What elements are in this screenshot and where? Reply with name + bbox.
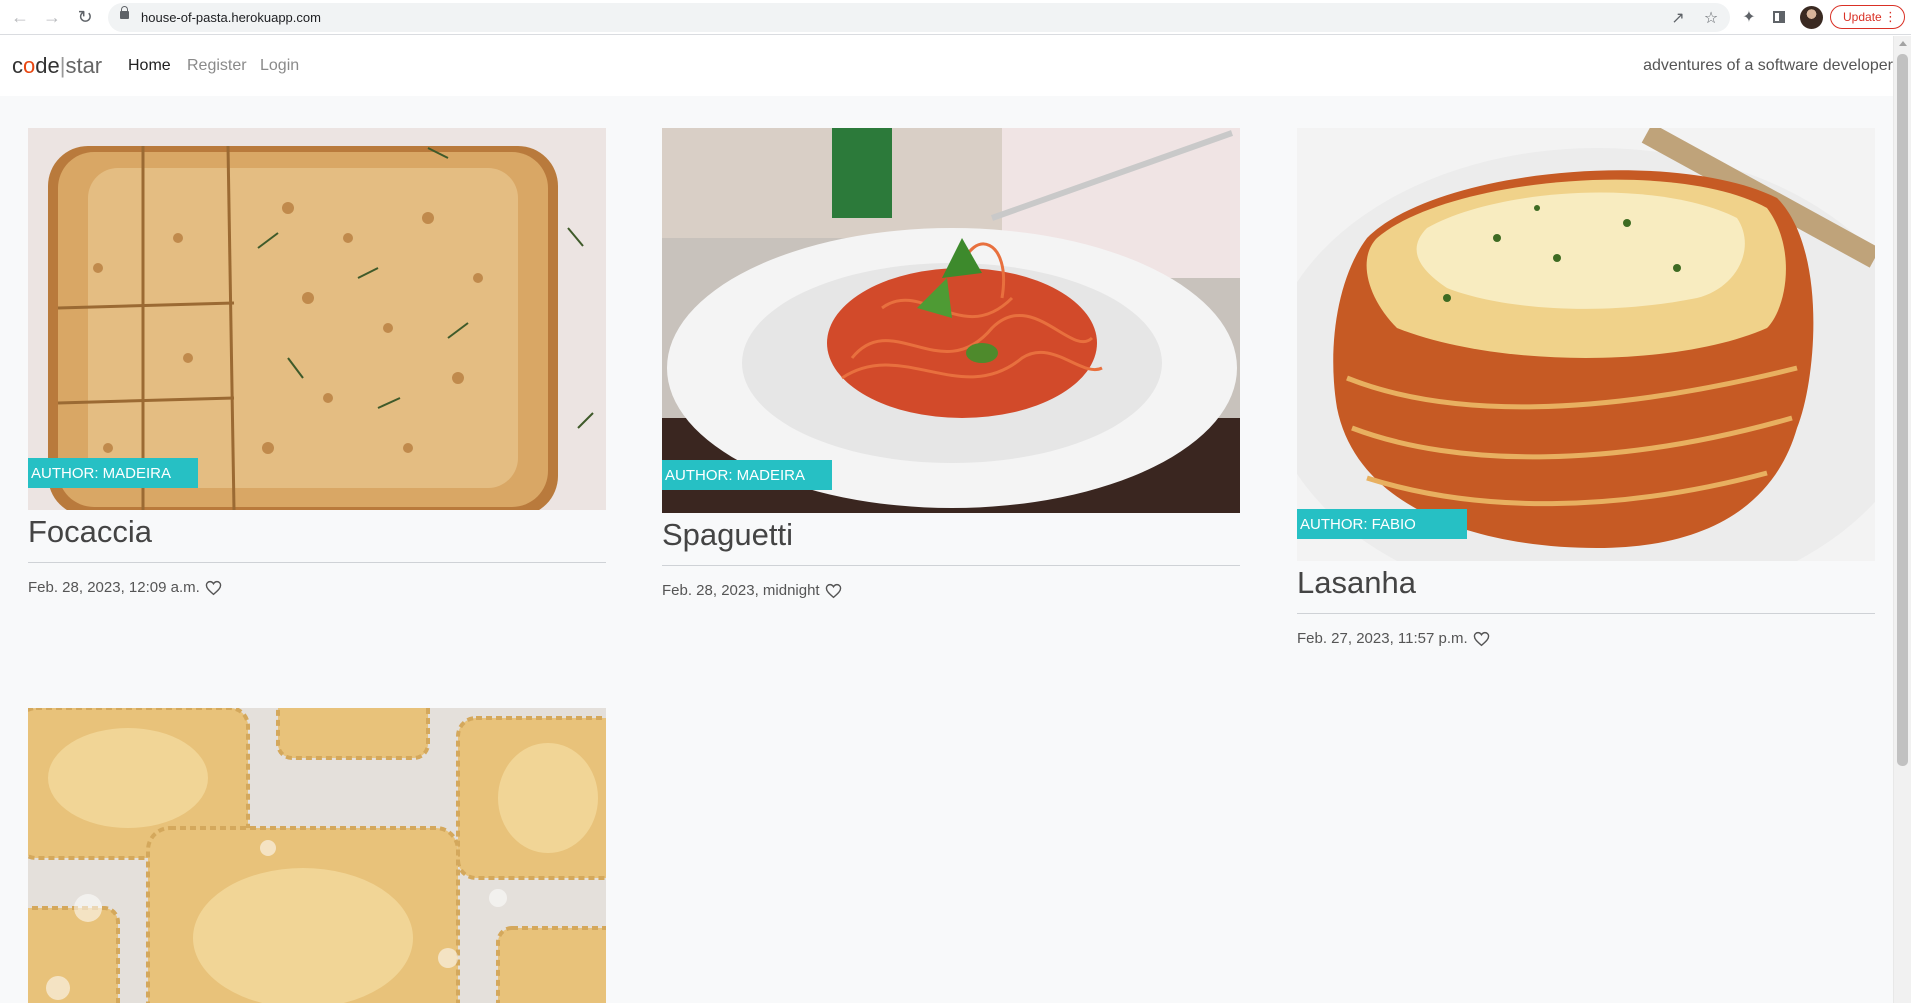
- post-card[interactable]: Author: MADEIRA Spaguetti Feb. 28, 2023,…: [662, 128, 1240, 599]
- nav-link-home[interactable]: Home: [128, 57, 171, 75]
- scrollbar-thumb[interactable]: [1897, 54, 1908, 766]
- post-image[interactable]: Author: MADEIRA: [28, 128, 606, 510]
- post-card[interactable]: Author: FABIO Lasanha Feb. 27, 2023, 11:…: [1297, 128, 1875, 647]
- spaghetti-plate-photo: [662, 128, 1240, 513]
- heart-icon[interactable]: [825, 583, 842, 599]
- ravioli-photo: [28, 708, 606, 1003]
- post-date: Feb. 27, 2023, 11:57 p.m.: [1297, 630, 1468, 647]
- brand-code: code: [12, 53, 60, 78]
- brand-star: star: [65, 53, 103, 78]
- page-scrollbar[interactable]: [1893, 36, 1911, 1003]
- scroll-up-arrow-icon[interactable]: [1899, 41, 1907, 46]
- focaccia-bread-photo: [28, 128, 606, 510]
- browser-toolbar: ← → ↻ house-of-pasta.herokuapp.com ↗ ☆ ✦…: [0, 0, 1911, 35]
- post-meta: Feb. 28, 2023, 12:09 a.m.: [28, 579, 606, 596]
- post-date: Feb. 28, 2023, 12:09 a.m.: [28, 579, 200, 596]
- heart-icon[interactable]: [1473, 631, 1490, 647]
- nav-link-register[interactable]: Register: [187, 57, 247, 75]
- post-title[interactable]: Lasanha: [1297, 565, 1875, 601]
- bookmark-star-icon[interactable]: ☆: [1701, 8, 1721, 28]
- post-meta: Feb. 28, 2023, midnight: [662, 582, 1240, 599]
- post-title[interactable]: Spaguetti: [662, 517, 1240, 553]
- post-image[interactable]: [28, 708, 606, 1003]
- update-button-label: Update: [1843, 10, 1882, 24]
- post-card[interactable]: [28, 708, 606, 1003]
- site-tagline: adventures of a software developer: [1643, 57, 1893, 74]
- side-panel-icon[interactable]: [1768, 6, 1790, 28]
- brand-logo[interactable]: code|star: [12, 53, 102, 79]
- divider: [662, 565, 1240, 566]
- divider: [1297, 613, 1875, 614]
- post-list: Author: MADEIRA Focaccia Feb. 28, 2023, …: [0, 96, 1893, 1003]
- post-title[interactable]: Focaccia: [28, 514, 606, 550]
- update-button[interactable]: Update ⋮: [1830, 5, 1905, 29]
- profile-avatar[interactable]: [1800, 6, 1823, 29]
- address-bar[interactable]: house-of-pasta.herokuapp.com ↗ ☆: [108, 3, 1730, 32]
- share-icon[interactable]: ↗: [1668, 8, 1688, 28]
- lock-icon: [120, 6, 129, 19]
- author-badge: Author: MADEIRA: [28, 458, 198, 488]
- post-card[interactable]: Author: MADEIRA Focaccia Feb. 28, 2023, …: [28, 128, 606, 596]
- forward-arrow-icon[interactable]: →: [40, 5, 64, 29]
- post-image[interactable]: Author: FABIO: [1297, 128, 1875, 561]
- post-image[interactable]: Author: MADEIRA: [662, 128, 1240, 513]
- author-badge: Author: MADEIRA: [662, 460, 832, 490]
- back-arrow-icon[interactable]: ←: [8, 5, 32, 29]
- browser-menu-icon[interactable]: ⋮: [1884, 9, 1897, 25]
- reload-icon[interactable]: ↻: [73, 5, 97, 29]
- heart-icon[interactable]: [205, 580, 222, 596]
- post-date: Feb. 28, 2023, midnight: [662, 582, 820, 599]
- post-meta: Feb. 27, 2023, 11:57 p.m.: [1297, 630, 1875, 647]
- site-navbar: code|star Home Register Login adventures…: [0, 36, 1893, 96]
- divider: [28, 562, 606, 563]
- author-badge: Author: FABIO: [1297, 509, 1467, 539]
- lasagna-slice-photo: [1297, 128, 1875, 561]
- extensions-puzzle-icon[interactable]: ✦: [1738, 6, 1760, 28]
- url-text[interactable]: house-of-pasta.herokuapp.com: [141, 10, 321, 25]
- nav-link-login[interactable]: Login: [260, 57, 299, 75]
